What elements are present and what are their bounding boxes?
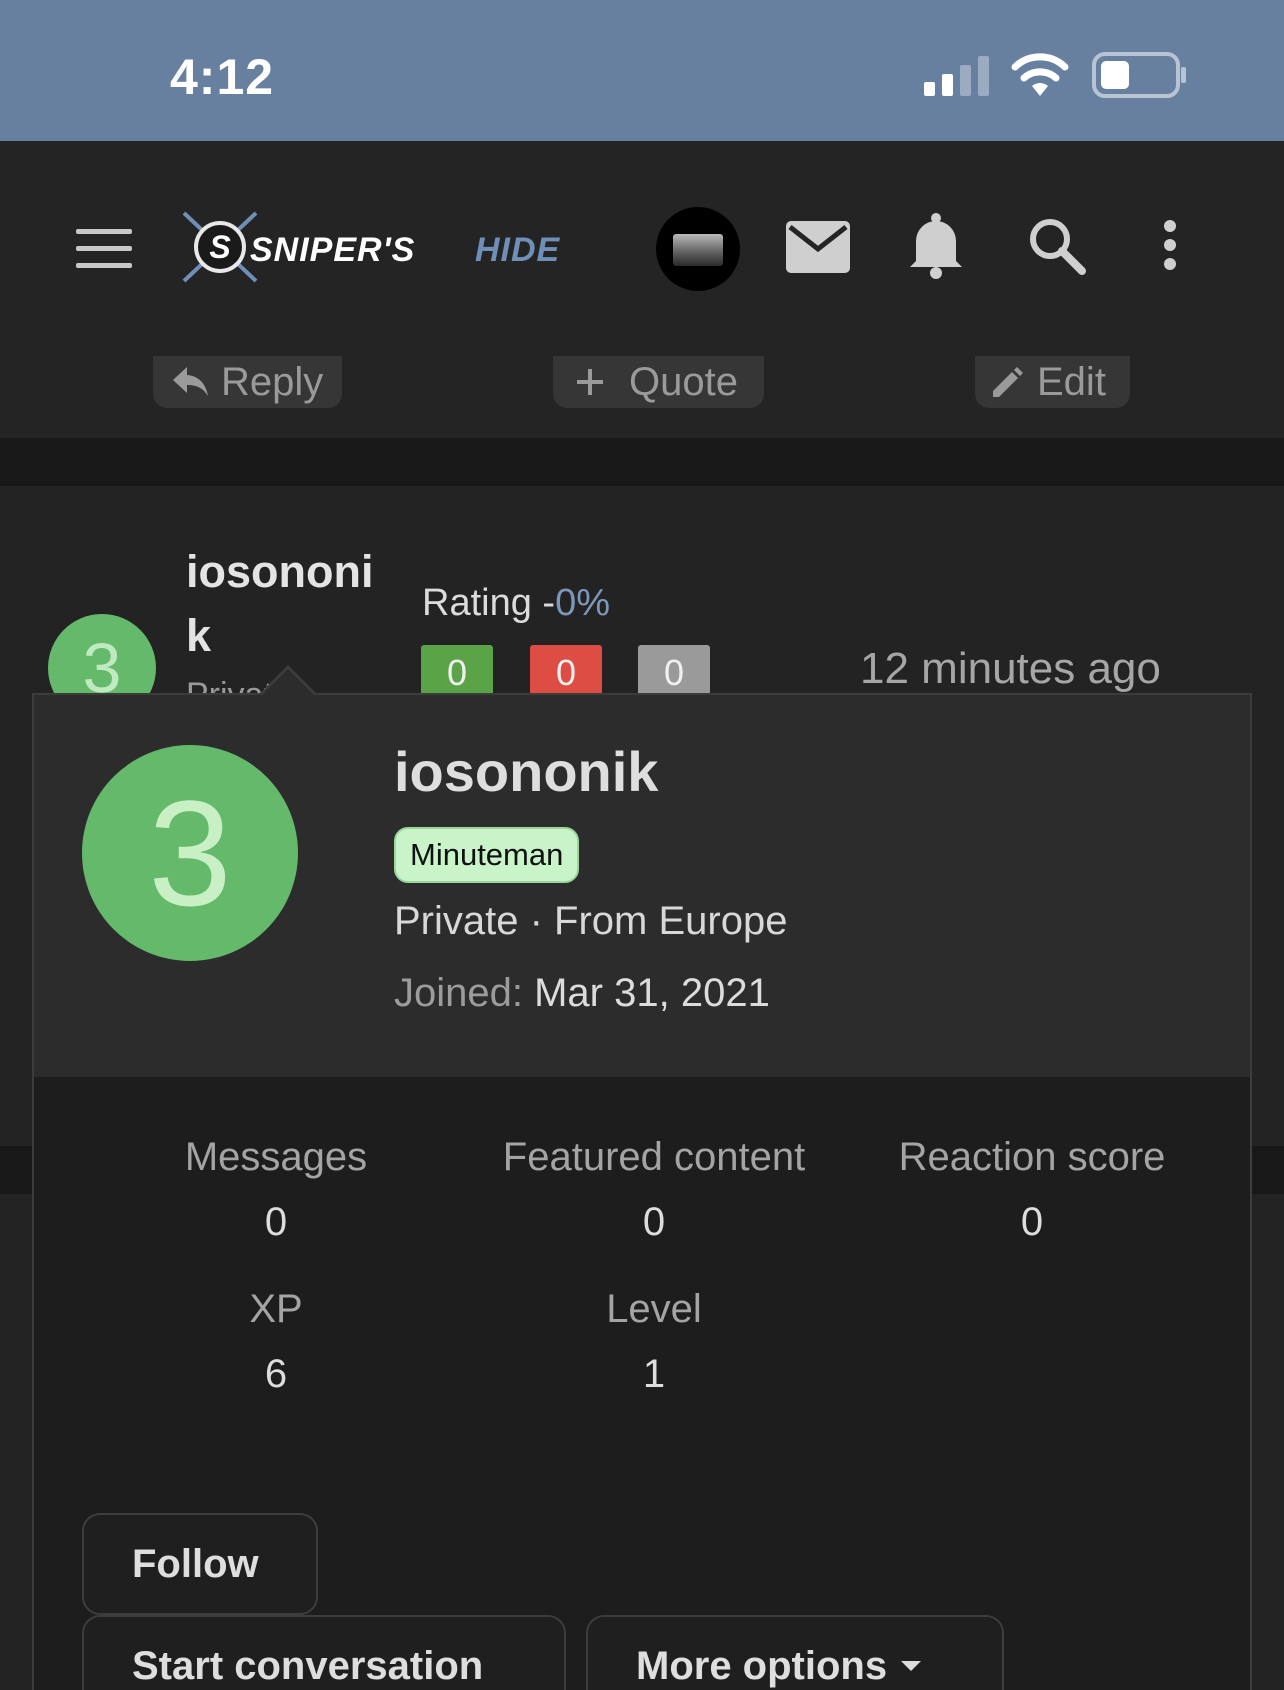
member-username[interactable]: iosononik <box>394 739 658 804</box>
rating-percent: 0% <box>555 582 610 624</box>
member-tooltip-header: 3 iosononik Minuteman Private · From Eur… <box>34 695 1250 1077</box>
stat-label: Messages <box>184 1135 368 1179</box>
start-conversation-button[interactable]: Start conversation <box>82 1615 566 1690</box>
site-logo[interactable]: S SNIPER'S HIDE <box>180 207 590 287</box>
user-avatar-button[interactable] <box>656 207 740 291</box>
member-joined: Joined: Mar 31, 2021 <box>394 971 770 1016</box>
status-time: 4:12 <box>170 49 275 105</box>
rating-negative[interactable]: 0 <box>530 645 602 695</box>
follow-label: Follow <box>132 1541 259 1586</box>
stat-label: Level <box>606 1287 702 1331</box>
stat-value: 1 <box>642 1352 666 1396</box>
mail-icon[interactable] <box>786 221 850 273</box>
reply-label: Reply <box>221 359 324 404</box>
logo-text-secondary: HIDE <box>475 231 561 269</box>
stat-label: XP <box>249 1287 303 1331</box>
pencil-icon <box>993 367 1023 397</box>
stat-xp: XP 6 <box>86 1287 466 1397</box>
follow-button[interactable]: Follow <box>82 1513 318 1615</box>
menu-icon[interactable] <box>76 229 132 269</box>
bell-icon[interactable] <box>908 213 964 279</box>
caret-down-icon <box>901 1661 922 1671</box>
plus-icon <box>577 369 603 395</box>
popup-arrow-fill <box>261 669 315 696</box>
kebab-icon[interactable] <box>1162 219 1178 271</box>
rating-neutral[interactable]: 0 <box>638 645 710 695</box>
stat-label: Reaction score <box>898 1135 1166 1179</box>
edit-button[interactable]: Edit <box>975 356 1130 408</box>
reply-button[interactable]: Reply <box>153 356 342 408</box>
battery-icon <box>1092 52 1186 98</box>
post-action-row: Reply Quote Edit <box>0 356 1284 438</box>
member-title-line: Private · From Europe <box>394 899 788 943</box>
stat-value: 0 <box>264 1200 288 1244</box>
quote-label: Quote <box>629 359 738 404</box>
member-tooltip: 3 iosononik Minuteman Private · From Eur… <box>32 693 1252 1690</box>
post-author-name[interactable]: iosononik <box>186 540 386 668</box>
more-options-label: More options <box>636 1643 888 1688</box>
quote-button[interactable]: Quote <box>553 356 764 408</box>
status-bar: 4:12 <box>0 0 1284 141</box>
stat-featured-content: Featured content 0 <box>464 1135 844 1245</box>
stat-reaction-score: Reaction score 0 <box>842 1135 1222 1245</box>
rating-label: Rating -0% <box>422 582 610 625</box>
stat-label: Featured content <box>502 1135 806 1179</box>
more-options-button[interactable]: More options <box>586 1615 1004 1690</box>
start-conversation-label: Start conversation <box>132 1643 484 1688</box>
post-timestamp[interactable]: 12 minutes ago <box>860 644 1161 694</box>
svg-text:S: S <box>209 229 231 265</box>
search-icon[interactable] <box>1028 217 1086 275</box>
member-badge: Minuteman <box>394 827 580 883</box>
stat-messages: Messages 0 <box>86 1135 466 1245</box>
post-separator <box>0 438 1284 486</box>
reply-icon <box>173 367 208 396</box>
joined-date: Mar 31, 2021 <box>534 971 770 1015</box>
app-header: S SNIPER'S HIDE <box>0 141 1284 356</box>
rating-label-text: Rating - <box>422 582 556 624</box>
rating-positive[interactable]: 0 <box>421 645 493 695</box>
stat-value: 0 <box>1020 1200 1044 1244</box>
stat-value: 0 <box>642 1200 666 1244</box>
member-avatar[interactable]: 3 <box>82 745 298 961</box>
edit-label: Edit <box>1037 359 1106 404</box>
wifi-icon <box>1011 53 1069 96</box>
joined-label: Joined: <box>394 971 523 1015</box>
signal-icon <box>924 56 989 96</box>
stat-level: Level 1 <box>464 1287 844 1397</box>
avatar-image <box>673 234 723 266</box>
logo-text-primary: SNIPER'S <box>250 231 415 269</box>
stat-value: 6 <box>264 1352 288 1396</box>
